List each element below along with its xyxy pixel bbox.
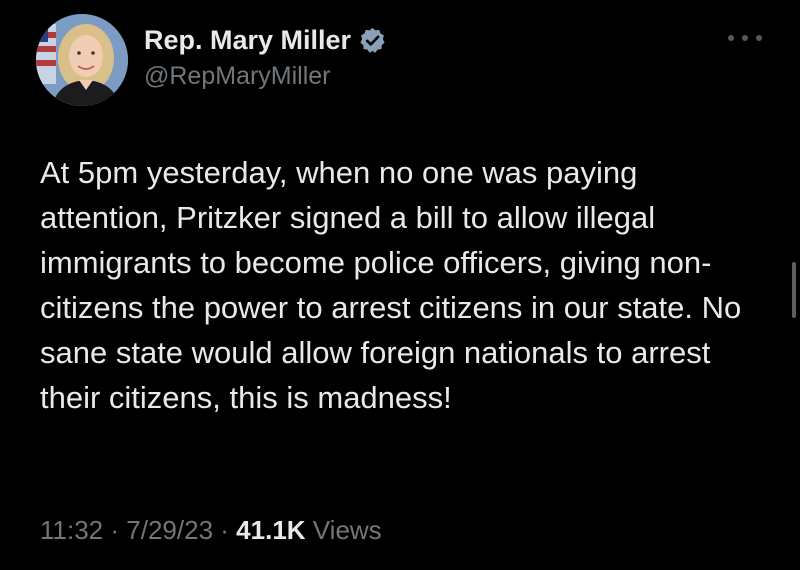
more-icon[interactable] (728, 30, 762, 46)
meta-separator: · (110, 515, 120, 545)
tweet-text: At 5pm yesterday, when no one was paying… (40, 155, 742, 415)
verified-icon[interactable] (358, 26, 387, 55)
meta-separator: · (220, 515, 229, 545)
tweet-card: Rep. Mary Miller @RepMaryMiller At 5pm y… (0, 0, 800, 570)
tweet-time[interactable]: 11:32 (40, 515, 103, 545)
avatar[interactable] (36, 14, 128, 106)
more-dot (756, 35, 762, 41)
views-count[interactable]: 41.1K (236, 515, 305, 545)
more-dot (742, 35, 748, 41)
author-display-name[interactable]: Rep. Mary Miller (144, 25, 351, 56)
author-handle[interactable]: @RepMaryMiller (144, 62, 331, 91)
more-dot (728, 35, 734, 41)
avatar-photo (36, 14, 128, 106)
views-label[interactable]: Views (313, 515, 382, 545)
tweet-date[interactable]: 7/29/23 (126, 515, 213, 545)
tweet-meta: 11:32 · 7/29/23 · 41.1K Views (40, 515, 382, 546)
author-name-row[interactable]: Rep. Mary Miller (144, 22, 387, 58)
scrollbar-thumb[interactable] (792, 262, 796, 318)
